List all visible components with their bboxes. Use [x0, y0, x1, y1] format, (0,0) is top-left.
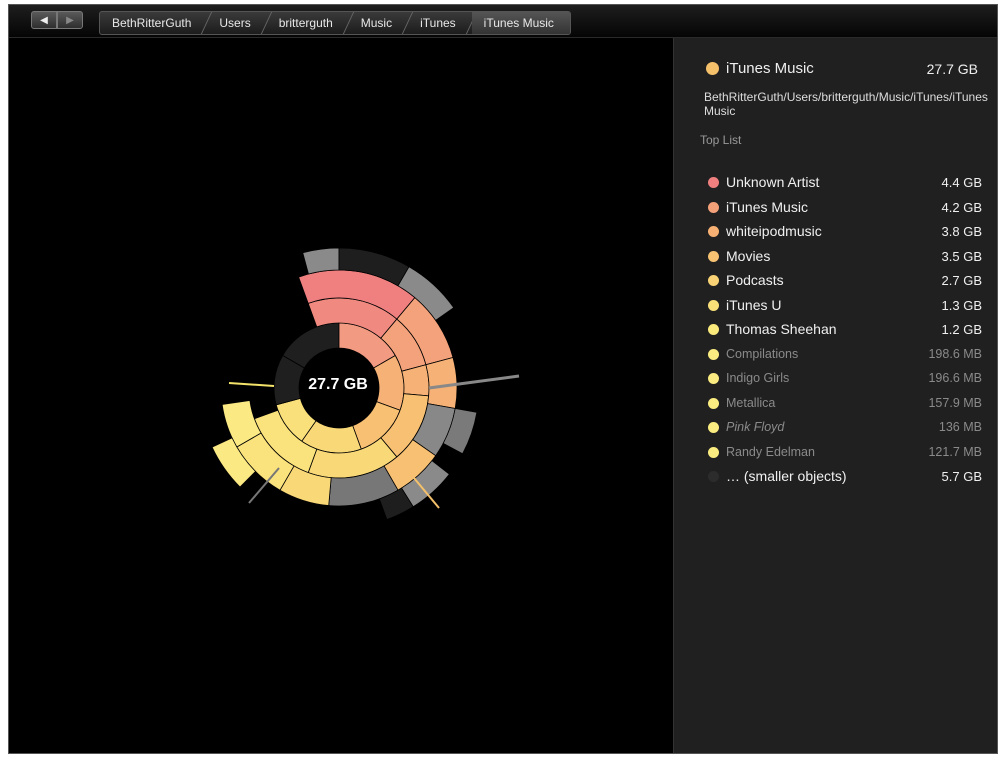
color-dot — [708, 324, 719, 335]
sunburst-segment[interactable] — [302, 247, 340, 275]
color-dot — [708, 201, 719, 213]
color-dot — [708, 422, 719, 433]
list-item[interactable]: iTunes U 1.3 GB — [704, 294, 982, 319]
item-size: 3.5 GB — [941, 248, 982, 264]
list-item[interactable]: Indigo Girls 196.6 MB — [704, 367, 982, 392]
item-name: whiteipodmusic — [726, 223, 822, 239]
item-name: Metallica — [726, 395, 776, 410]
item-size: 121.7 MB — [928, 444, 982, 459]
item-size: 198.6 MB — [928, 346, 982, 361]
sunburst-chart-area[interactable]: 27.7 GB — [9, 38, 669, 753]
list-item[interactable]: Movies 3.5 GB — [704, 245, 982, 270]
selected-path: BethRitterGuth/Users/britterguth/Music/i… — [704, 90, 988, 118]
total-size-label: 27.7 GB — [308, 376, 368, 393]
item-name: Thomas Sheehan — [726, 321, 837, 337]
color-dot — [708, 250, 719, 262]
color-dot — [708, 177, 719, 188]
top-list: Unknown Artist 4.4 GB iTunes Music 4.2 GB … — [704, 171, 982, 490]
list-item[interactable]: iTunes Music 4.2 GB — [704, 196, 982, 221]
app-window: ◀ ▶ BethRitterGuth Users britterguth Mus… — [8, 4, 998, 754]
selected-name: iTunes Music — [726, 60, 814, 77]
item-name: Podcasts — [726, 272, 784, 288]
selected-color-dot — [706, 62, 719, 75]
breadcrumb-item-music[interactable]: Music — [349, 12, 408, 34]
breadcrumb: BethRitterGuth Users britterguth Music i… — [99, 11, 571, 35]
item-size: 4.4 GB — [941, 175, 982, 190]
item-name: Pink Floyd — [726, 420, 785, 434]
list-item[interactable]: Thomas Sheehan 1.2 GB — [704, 318, 982, 343]
item-size: 5.7 GB — [941, 469, 982, 484]
sunburst-chart[interactable] — [9, 38, 669, 753]
item-size: 157.9 MB — [928, 395, 982, 410]
color-dot — [708, 397, 719, 409]
color-dot — [708, 275, 719, 286]
item-name: iTunes U — [726, 296, 782, 313]
item-size: 196.6 MB — [928, 371, 982, 385]
list-item[interactable]: Pink Floyd 136 MB — [704, 416, 982, 441]
item-size: 2.7 GB — [941, 273, 982, 288]
list-item[interactable]: Randy Edelman 121.7 MB — [704, 441, 982, 466]
breadcrumb-item-itunes-music[interactable]: iTunes Music — [471, 12, 570, 34]
color-dot — [708, 446, 719, 458]
list-item[interactable]: Compilations 198.6 MB — [704, 343, 982, 368]
color-dot — [708, 373, 719, 384]
item-name: Compilations — [726, 346, 799, 361]
list-item[interactable]: whiteipodmusic 3.8 GB — [704, 220, 982, 245]
back-button[interactable]: ◀ — [31, 11, 57, 29]
item-size: 136 MB — [938, 420, 982, 434]
list-item[interactable]: Metallica 157.9 MB — [704, 392, 982, 417]
color-dot — [708, 299, 719, 311]
sunburst-spoke — [228, 382, 275, 387]
info-sidebar: iTunes Music 27.7 GB BethRitterGuth/User… — [673, 38, 997, 753]
forward-button[interactable]: ▶ — [57, 11, 83, 29]
back-arrow-icon: ◀ — [40, 14, 48, 26]
item-name: iTunes Music — [726, 198, 808, 215]
top-list-title: Top List — [700, 133, 742, 147]
item-name: Indigo Girls — [726, 371, 790, 385]
item-name: Movies — [726, 247, 771, 264]
breadcrumb-item-bethritterguth[interactable]: BethRitterGuth — [100, 12, 207, 34]
color-dot — [708, 348, 719, 360]
selected-size: 27.7 GB — [926, 61, 978, 77]
toolbar: ◀ ▶ BethRitterGuth Users britterguth Mus… — [9, 5, 997, 38]
list-item[interactable]: Unknown Artist 4.4 GB — [704, 171, 982, 196]
sunburst-segment[interactable] — [425, 356, 458, 409]
color-dot — [708, 226, 719, 237]
item-size: 1.2 GB — [941, 322, 982, 337]
color-dot — [708, 471, 719, 482]
breadcrumb-item-users[interactable]: Users — [207, 12, 266, 34]
item-size: 3.8 GB — [941, 224, 982, 239]
breadcrumb-item-britterguth[interactable]: britterguth — [267, 12, 349, 34]
item-size: 4.2 GB — [941, 199, 982, 215]
list-item[interactable]: … (smaller objects) 5.7 GB — [704, 465, 982, 490]
list-item[interactable]: Podcasts 2.7 GB — [704, 269, 982, 294]
item-size: 1.3 GB — [941, 297, 982, 313]
forward-arrow-icon: ▶ — [66, 14, 74, 26]
breadcrumb-item-itunes[interactable]: iTunes — [408, 12, 472, 34]
item-name: … (smaller objects) — [726, 468, 847, 484]
item-name: Randy Edelman — [726, 444, 815, 459]
item-name: Unknown Artist — [726, 174, 820, 190]
